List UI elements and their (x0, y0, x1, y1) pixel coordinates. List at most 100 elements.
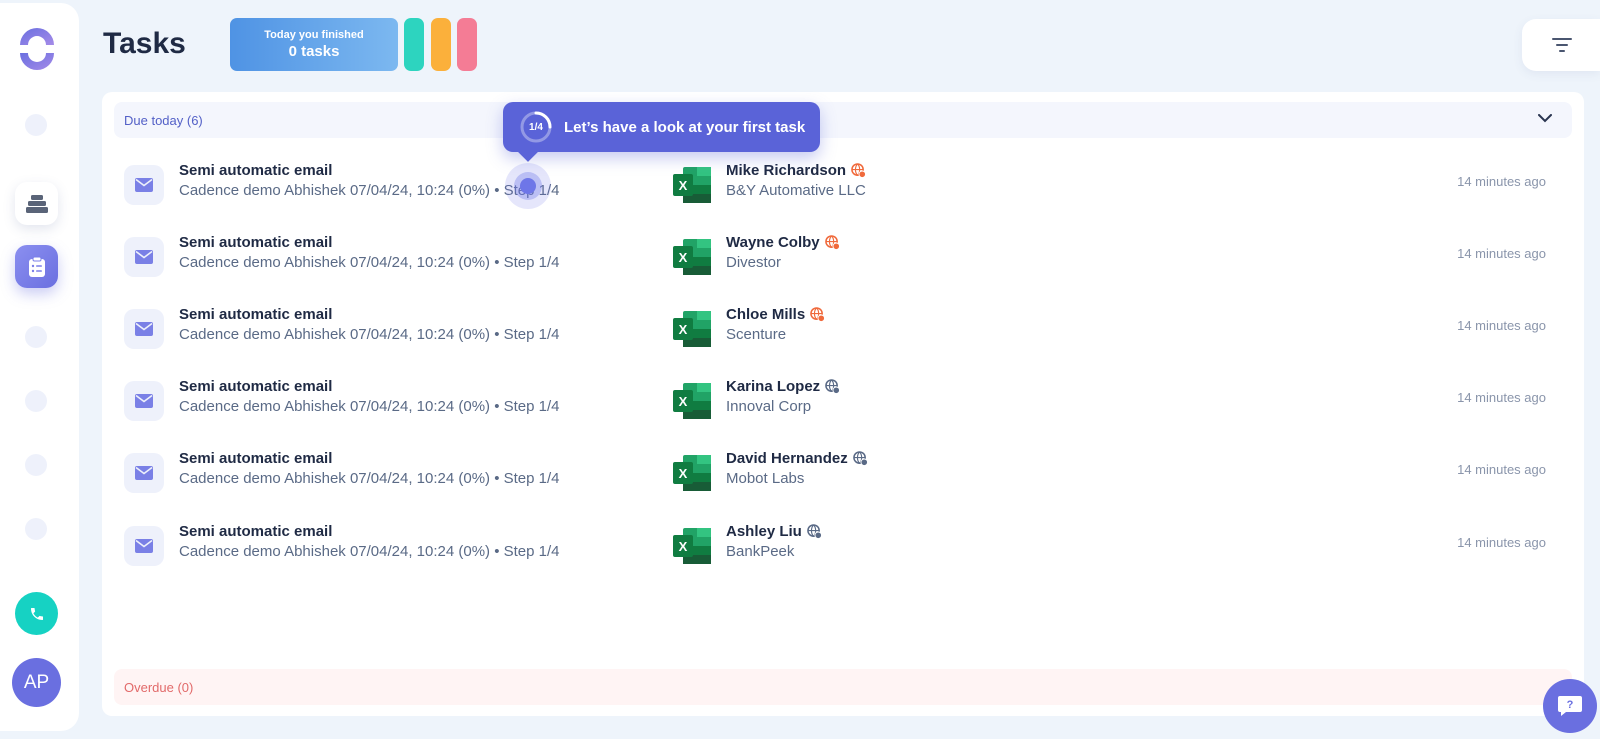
due-today-header[interactable]: Due today (6) (114, 102, 1572, 138)
contact-name-text[interactable]: David Hernandez (726, 450, 848, 467)
overdue-label: Overdue (0) (124, 679, 194, 695)
mail-icon (135, 394, 153, 408)
excel-icon: X (673, 455, 711, 491)
svg-text:X: X (679, 322, 688, 337)
excel-icon: X (673, 167, 711, 203)
user-avatar[interactable]: AP (12, 658, 61, 707)
task-title[interactable]: Semi automatic email (179, 306, 332, 323)
nav-tasks[interactable] (15, 245, 58, 288)
excel-icon: X (673, 528, 711, 564)
nav-campaigns[interactable] (15, 182, 58, 225)
contact-name[interactable]: Wayne Colby (726, 234, 840, 251)
contact-company: Scenture (726, 326, 787, 343)
chevron-down-icon[interactable] (1538, 114, 1552, 123)
tasks-panel: Due today (6) Semi automatic email Caden… (102, 92, 1584, 716)
contact-company: Innoval Corp (726, 398, 812, 415)
sidebar: AP (0, 3, 79, 731)
task-cadence: Cadence demo Abhishek 07/04/24, 10:24 (0… (179, 398, 560, 415)
contact-name[interactable]: David Hernandez (726, 450, 868, 467)
stat-pill-teal[interactable] (404, 18, 424, 71)
task-title[interactable]: Semi automatic email (179, 162, 332, 179)
task-title[interactable]: Semi automatic email (179, 523, 332, 540)
task-row[interactable]: Semi automatic email Cadence demo Abhish… (102, 234, 1584, 311)
timezone-globe-icon (852, 451, 868, 466)
tour-beacon[interactable] (505, 163, 551, 209)
task-row[interactable]: Semi automatic email Cadence demo Abhish… (102, 378, 1584, 455)
filter-button[interactable] (1522, 19, 1600, 71)
contact-name-text[interactable]: Ashley Liu (726, 523, 802, 540)
email-task-icon (124, 453, 164, 493)
contact-name-text[interactable]: Chloe Mills (726, 306, 805, 323)
nav-placeholder-5[interactable] (25, 518, 47, 540)
task-row[interactable]: Semi automatic email Cadence demo Abhish… (102, 450, 1584, 527)
help-button[interactable]: ? (1543, 679, 1597, 733)
task-timestamp: 14 minutes ago (1457, 390, 1546, 405)
step-progress-ring: 1/4 (519, 110, 553, 144)
stat-pill-orange[interactable] (431, 18, 451, 71)
excel-icon: X (673, 239, 711, 275)
mail-icon (135, 322, 153, 336)
nav-placeholder-4[interactable] (25, 454, 47, 476)
finished-count: 0 tasks (288, 43, 340, 60)
task-timestamp: 14 minutes ago (1457, 246, 1546, 261)
mail-icon (135, 250, 153, 264)
contact-company: B&Y Automative LLC (726, 182, 866, 199)
timezone-globe-icon (807, 524, 822, 539)
contact-name-text[interactable]: Wayne Colby (726, 234, 820, 251)
page-title: Tasks (103, 27, 186, 60)
task-title[interactable]: Semi automatic email (179, 450, 332, 467)
nav-placeholder-2[interactable] (25, 326, 47, 348)
task-row[interactable]: Semi automatic email Cadence demo Abhish… (102, 162, 1584, 239)
contact-name[interactable]: Ashley Liu (726, 523, 822, 540)
tour-tooltip[interactable]: 1/4 Let’s have a look at your first task (503, 102, 820, 152)
mail-icon (135, 178, 153, 192)
timezone-globe-icon (851, 163, 867, 178)
contact-company: Mobot Labs (726, 470, 805, 487)
filter-icon (1552, 38, 1572, 52)
task-cadence: Cadence demo Abhishek 07/04/24, 10:24 (0… (179, 326, 560, 343)
contact-company: BankPeek (726, 543, 795, 560)
email-task-icon (124, 381, 164, 421)
finished-label: Today you finished (264, 29, 364, 41)
svg-text:?: ? (1567, 699, 1574, 711)
task-cadence: Cadence demo Abhishek 07/04/24, 10:24 (0… (179, 470, 560, 487)
contact-name-text[interactable]: Karina Lopez (726, 378, 820, 395)
contact-name[interactable]: Karina Lopez (726, 378, 841, 395)
finished-today-card[interactable]: Today you finished 0 tasks (230, 18, 398, 71)
call-button[interactable] (15, 592, 58, 635)
contact-name[interactable]: Mike Richardson (726, 162, 867, 179)
task-timestamp: 14 minutes ago (1457, 535, 1546, 550)
task-timestamp: 14 minutes ago (1457, 318, 1546, 333)
email-task-icon (124, 526, 164, 566)
svg-text:X: X (679, 250, 688, 265)
clipboard-icon (28, 256, 45, 277)
contact-name-text[interactable]: Mike Richardson (726, 162, 846, 179)
task-row[interactable]: Semi automatic email Cadence demo Abhish… (102, 306, 1584, 383)
email-task-icon (124, 237, 164, 277)
phone-icon (30, 607, 43, 620)
task-cadence: Cadence demo Abhishek 07/04/24, 10:24 (0… (179, 182, 560, 199)
task-title[interactable]: Semi automatic email (179, 234, 332, 251)
task-row[interactable]: Semi automatic email Cadence demo Abhish… (102, 523, 1584, 600)
nav-placeholder-1[interactable] (25, 114, 47, 136)
task-title[interactable]: Semi automatic email (179, 378, 332, 395)
tour-step: 1/4 (529, 121, 543, 133)
stack-icon (25, 194, 48, 213)
svg-text:X: X (679, 394, 688, 409)
contact-name[interactable]: Chloe Mills (726, 306, 826, 323)
chat-question-icon: ? (1558, 696, 1582, 716)
due-today-label: Due today (6) (124, 112, 203, 128)
svg-text:X: X (679, 539, 688, 554)
mail-icon (135, 539, 153, 553)
svg-text:X: X (679, 466, 688, 481)
timezone-globe-icon (824, 235, 840, 250)
app-logo[interactable] (16, 28, 58, 70)
nav-placeholder-3[interactable] (25, 390, 47, 412)
overdue-header[interactable]: Overdue (0) (114, 669, 1572, 705)
mail-icon (135, 466, 153, 480)
task-timestamp: 14 minutes ago (1457, 462, 1546, 477)
stat-pill-pink[interactable] (457, 18, 477, 71)
email-task-icon (124, 165, 164, 205)
tour-message: Let’s have a look at your first task (564, 118, 806, 136)
timezone-globe-icon (810, 307, 826, 322)
